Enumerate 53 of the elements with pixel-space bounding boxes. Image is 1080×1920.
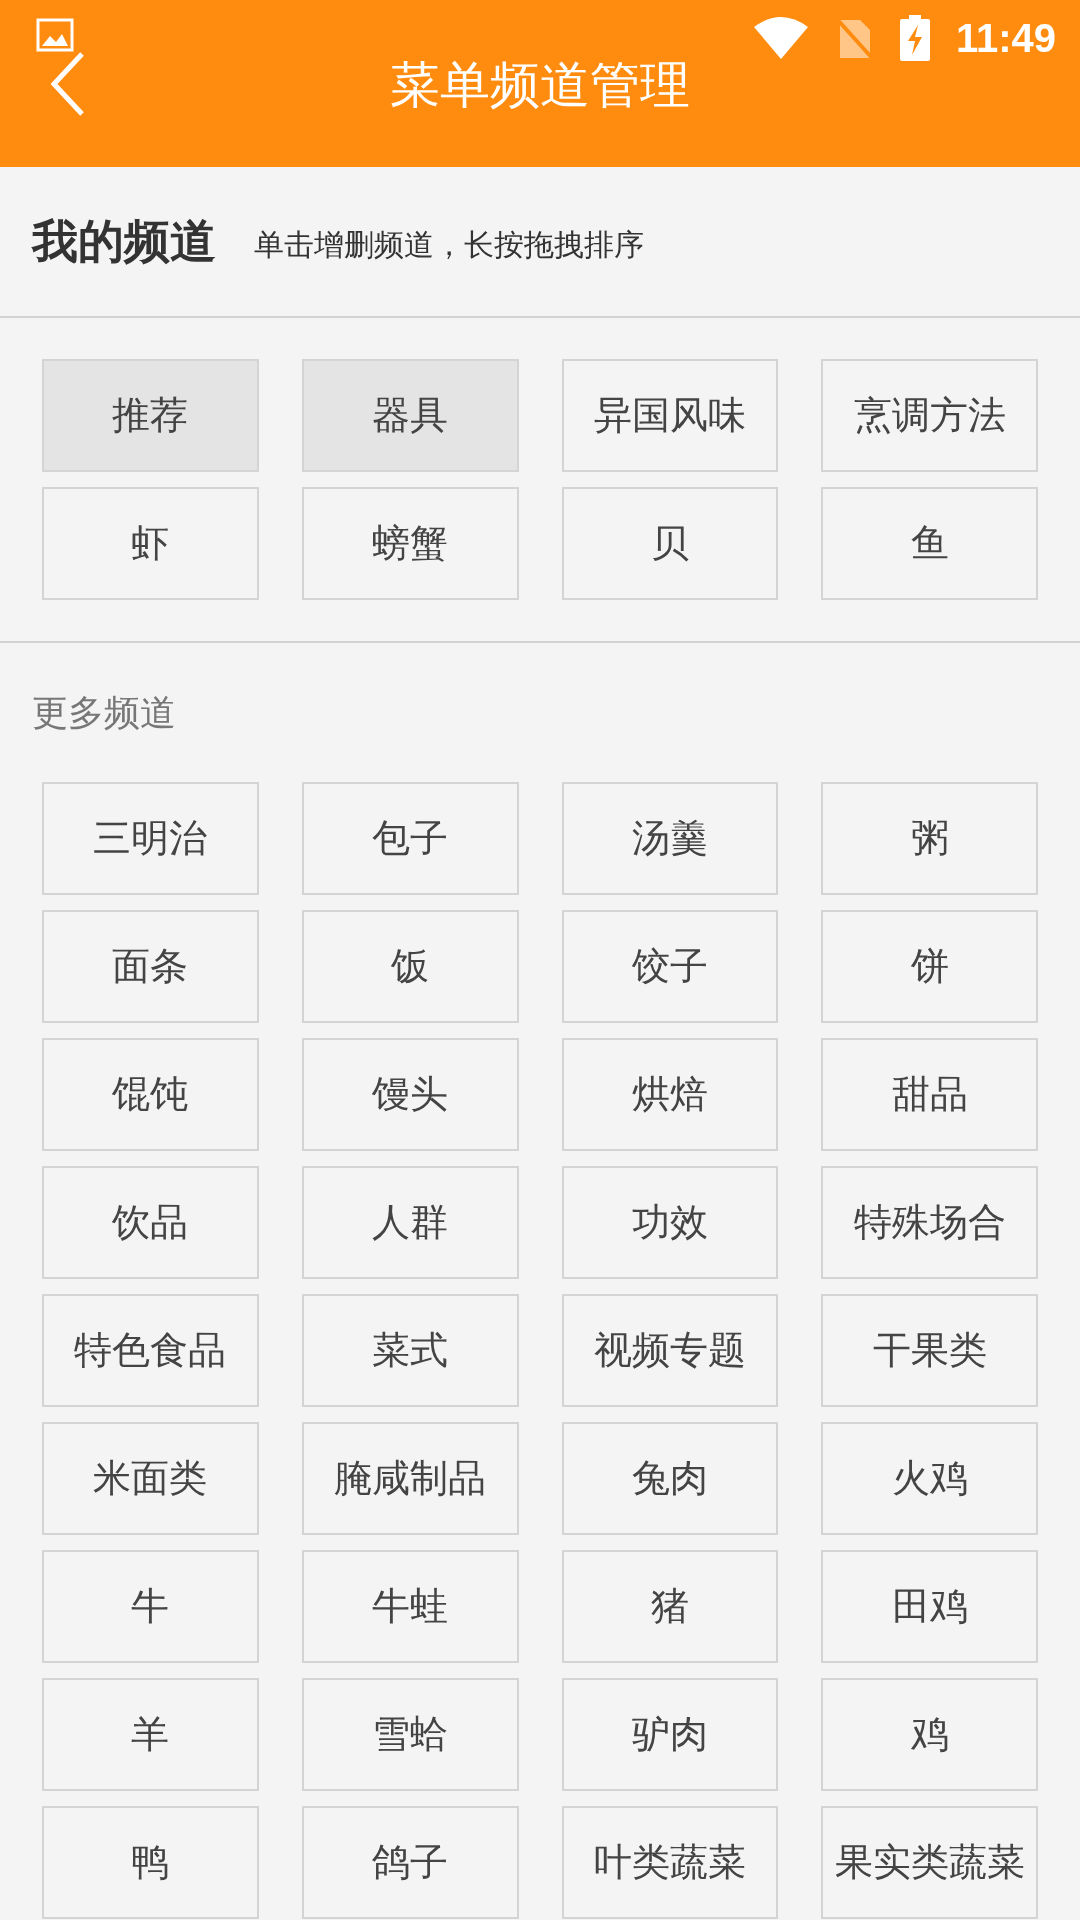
section-title: 我的频道 xyxy=(32,213,216,270)
channel-button[interactable]: 馒头 xyxy=(301,1038,519,1151)
image-icon xyxy=(36,18,74,52)
channel-button[interactable]: 干果类 xyxy=(821,1294,1038,1407)
channel-button[interactable]: 兔肉 xyxy=(561,1422,779,1535)
channel-button[interactable]: 汤羹 xyxy=(561,782,779,895)
channel-button[interactable]: 推荐 xyxy=(42,359,259,472)
channel-button[interactable]: 馄饨 xyxy=(42,1038,259,1151)
channel-button[interactable]: 果实类蔬菜 xyxy=(821,1806,1038,1919)
channel-button[interactable]: 鸽子 xyxy=(301,1806,519,1919)
battery-charging-icon xyxy=(899,15,930,61)
channel-button[interactable]: 粥 xyxy=(821,782,1038,895)
page-title: 菜单频道管理 xyxy=(390,55,690,116)
channel-button[interactable]: 饮品 xyxy=(42,1166,259,1279)
channel-button[interactable]: 鱼 xyxy=(821,487,1038,600)
channel-button[interactable]: 饼 xyxy=(821,910,1038,1023)
channel-button[interactable]: 米面类 xyxy=(42,1422,259,1535)
channel-button[interactable]: 雪蛤 xyxy=(301,1678,519,1791)
channel-button[interactable]: 虾 xyxy=(42,487,259,600)
channel-button[interactable]: 猪 xyxy=(561,1550,779,1663)
channel-button[interactable]: 饭 xyxy=(301,910,519,1023)
channel-button[interactable]: 特色食品 xyxy=(42,1294,259,1407)
channel-button[interactable]: 功效 xyxy=(561,1166,779,1279)
channel-button[interactable]: 烘焙 xyxy=(561,1038,779,1151)
channel-button[interactable]: 牛 xyxy=(42,1550,259,1663)
channel-button[interactable]: 驴肉 xyxy=(561,1678,779,1791)
channel-button[interactable]: 火鸡 xyxy=(821,1422,1038,1535)
channel-button[interactable]: 甜品 xyxy=(821,1038,1038,1151)
channel-button[interactable]: 螃蟹 xyxy=(301,487,519,600)
section-hint: 单击增删频道，长按拖拽排序 xyxy=(254,226,644,264)
channel-button[interactable]: 鸭 xyxy=(42,1806,259,1919)
wifi-icon xyxy=(753,17,808,59)
section-title: 更多频道 xyxy=(32,690,176,735)
channel-button[interactable]: 贝 xyxy=(561,487,779,600)
channel-button[interactable]: 饺子 xyxy=(561,910,779,1023)
channel-button[interactable]: 田鸡 xyxy=(821,1550,1038,1663)
status-time: 11:49 xyxy=(955,15,1056,62)
channel-button[interactable]: 器具 xyxy=(301,359,519,472)
back-icon[interactable] xyxy=(48,50,86,118)
channel-button[interactable]: 包子 xyxy=(301,782,519,895)
channel-button[interactable]: 牛蛙 xyxy=(301,1550,519,1663)
channel-button[interactable]: 叶类蔬菜 xyxy=(561,1806,779,1919)
channel-button[interactable]: 面条 xyxy=(42,910,259,1023)
channel-button[interactable]: 特殊场合 xyxy=(821,1166,1038,1279)
channel-button[interactable]: 视频专题 xyxy=(561,1294,779,1407)
channel-button[interactable]: 菜式 xyxy=(301,1294,519,1407)
channel-button[interactable]: 人群 xyxy=(301,1166,519,1279)
channel-button[interactable]: 羊 xyxy=(42,1678,259,1791)
channel-button[interactable]: 异国风味 xyxy=(561,359,779,472)
channel-button[interactable]: 鸡 xyxy=(821,1678,1038,1791)
channel-button[interactable]: 腌咸制品 xyxy=(301,1422,519,1535)
channel-button[interactable]: 三明治 xyxy=(42,782,259,895)
channel-button[interactable]: 烹调方法 xyxy=(821,359,1038,472)
